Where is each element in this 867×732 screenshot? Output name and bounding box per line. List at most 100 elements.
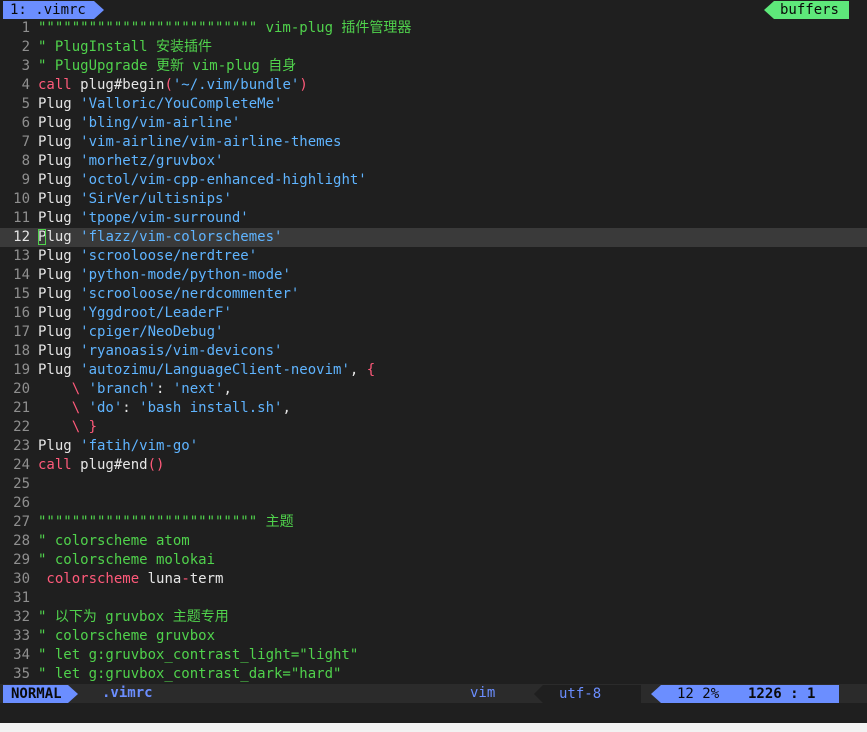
code-token: " colorscheme atom: [38, 533, 190, 549]
code-line[interactable]: 4 call plug#begin('~/.vim/bundle'): [0, 76, 867, 95]
code-line[interactable]: 2 " PlugInstall 安装插件: [0, 38, 867, 57]
code-token: Plug: [38, 305, 81, 321]
code-token: (: [164, 77, 173, 93]
code-token: Plug: [38, 210, 81, 226]
code-line[interactable]: 5 Plug 'Valloric/YouCompleteMe': [0, 95, 867, 114]
code-line[interactable]: 13 Plug 'scrooloose/nerdtree': [0, 247, 867, 266]
code-line[interactable]: 8 Plug 'morhetz/gruvbox': [0, 152, 867, 171]
line-number: 32: [13, 609, 30, 625]
code-line[interactable]: 3 " PlugUpgrade 更新 vim-plug 自身: [0, 57, 867, 76]
code-line[interactable]: 15 Plug 'scrooloose/nerdcommenter': [0, 285, 867, 304]
line-number: 4: [21, 77, 30, 93]
code-token: Plug: [38, 248, 81, 264]
code-line[interactable]: 11 Plug 'tpope/vim-surround': [0, 209, 867, 228]
line-number: 11: [13, 210, 30, 226]
code-line[interactable]: 23 Plug 'fatih/vim-go': [0, 437, 867, 456]
line-text: " colorscheme molokai: [38, 551, 215, 570]
code-token: call: [38, 77, 72, 93]
code-line[interactable]: 32 " 以下为 gruvbox 主题专用: [0, 608, 867, 627]
code-line[interactable]: 18 Plug 'ryanoasis/vim-devicons': [0, 342, 867, 361]
window-bottom-edge: [0, 723, 867, 732]
line-text: " colorscheme atom: [38, 532, 190, 551]
line-text: Plug 'Yggdroot/LeaderF': [38, 304, 232, 323]
code-token: 'bling/vim-airline': [80, 115, 241, 131]
code-token: 'flazz/vim-colorschemes': [80, 229, 283, 245]
code-line[interactable]: 9 Plug 'octol/vim-cpp-enhanced-highlight': [0, 171, 867, 190]
line-text: Plug 'octol/vim-cpp-enhanced-highlight': [38, 171, 367, 190]
line-number: 13: [13, 248, 30, 264]
status-encoding: utf-8: [533, 685, 642, 703]
line-text: " PlugUpgrade 更新 vim-plug 自身: [38, 57, 296, 76]
line-number: 10: [13, 191, 30, 207]
line-text: " PlugInstall 安装插件: [38, 38, 212, 57]
line-number: 19: [13, 362, 30, 378]
code-token: ,: [282, 400, 291, 416]
code-token: Plug: [38, 286, 81, 302]
line-text: """""""""""""""""""""""""" 主题: [38, 513, 294, 532]
tab-vimrc[interactable]: 1: .vimrc: [3, 1, 104, 19]
line-text: """""""""""""""""""""""""" vim-plug 插件管理…: [38, 19, 411, 38]
code-line[interactable]: 34 " let g:gruvbox_contrast_light="light": [0, 646, 867, 665]
code-token: \: [38, 400, 89, 416]
code-line[interactable]: 30 colorscheme luna-term: [0, 570, 867, 589]
line-text: Plug 'cpiger/NeoDebug': [38, 323, 223, 342]
line-text: \ 'do': 'bash install.sh',: [38, 399, 291, 418]
code-line[interactable]: 12 Plug 'flazz/vim-colorschemes': [0, 228, 867, 247]
code-line[interactable]: 35 " let g:gruvbox_contrast_dark="hard": [0, 665, 867, 684]
code-token: (): [147, 457, 165, 473]
line-number: 9: [21, 172, 30, 188]
line-text: " colorscheme gruvbox: [38, 627, 215, 646]
code-line[interactable]: 1 """""""""""""""""""""""""" vim-plug 插件管…: [0, 19, 867, 38]
line-text: Plug 'flazz/vim-colorschemes': [38, 228, 282, 247]
command-line[interactable]: [0, 703, 867, 723]
line-text: Plug 'Valloric/YouCompleteMe': [38, 95, 282, 114]
code-line[interactable]: 28 " colorscheme atom: [0, 532, 867, 551]
code-token: \: [38, 381, 89, 397]
code-line[interactable]: 25: [0, 475, 867, 494]
line-number: 22: [13, 419, 30, 435]
code-line[interactable]: 21 \ 'do': 'bash install.sh',: [0, 399, 867, 418]
line-number: 26: [13, 495, 30, 511]
status-percent: 12 2%: [677, 686, 720, 702]
code-line[interactable]: 6 Plug 'bling/vim-airline': [0, 114, 867, 133]
code-line[interactable]: 31: [0, 589, 867, 608]
code-token: :: [156, 381, 173, 397]
code-line[interactable]: 10 Plug 'SirVer/ultisnips': [0, 190, 867, 209]
status-line-column: 1226 : 1: [748, 686, 816, 702]
code-token: 'python-mode/python-mode': [80, 267, 291, 283]
code-line[interactable]: 14 Plug 'python-mode/python-mode': [0, 266, 867, 285]
code-line[interactable]: 22 \ }: [0, 418, 867, 437]
line-number: 15: [13, 286, 30, 302]
line-number: 17: [13, 324, 30, 340]
code-token: :: [122, 400, 140, 416]
code-line[interactable]: 17 Plug 'cpiger/NeoDebug': [0, 323, 867, 342]
line-text: call plug#end(): [38, 456, 164, 475]
code-token: 'scrooloose/nerdtree': [80, 248, 258, 264]
editor-buffer[interactable]: 1 """""""""""""""""""""""""" vim-plug 插件管…: [0, 19, 867, 684]
code-token: plug#end: [71, 457, 148, 473]
line-text: Plug 'autozimu/LanguageClient-neovim', {: [38, 361, 375, 380]
code-token: Plug: [38, 96, 81, 112]
buffers-label[interactable]: buffers: [763, 1, 849, 19]
code-line[interactable]: 27 """""""""""""""""""""""""" 主题: [0, 513, 867, 532]
code-line[interactable]: 19 Plug 'autozimu/LanguageClient-neovim',…: [0, 361, 867, 380]
line-text: Plug 'scrooloose/nerdtree': [38, 247, 257, 266]
code-token: Plug: [38, 172, 81, 188]
code-line[interactable]: 24 call plug#end(): [0, 456, 867, 475]
line-text: Plug 'python-mode/python-mode': [38, 266, 291, 285]
code-token: " 以下为 gruvbox 主题专用: [38, 609, 229, 625]
code-token: 'SirVer/ultisnips': [80, 191, 232, 207]
code-line[interactable]: 16 Plug 'Yggdroot/LeaderF': [0, 304, 867, 323]
code-line[interactable]: 33 " colorscheme gruvbox: [0, 627, 867, 646]
line-number: 30: [13, 571, 30, 587]
code-line[interactable]: 20 \ 'branch': 'next',: [0, 380, 867, 399]
code-line[interactable]: 26: [0, 494, 867, 513]
code-token: Plug: [38, 267, 81, 283]
code-line[interactable]: 7 Plug 'vim-airline/vim-airline-themes: [0, 133, 867, 152]
line-text: Plug 'morhetz/gruvbox': [38, 152, 223, 171]
code-token: 'bash install.sh': [139, 400, 283, 416]
line-number: 6: [21, 115, 30, 131]
line-text: colorscheme luna-term: [38, 570, 223, 589]
code-token: Plug: [38, 324, 81, 340]
code-line[interactable]: 29 " colorscheme molokai: [0, 551, 867, 570]
